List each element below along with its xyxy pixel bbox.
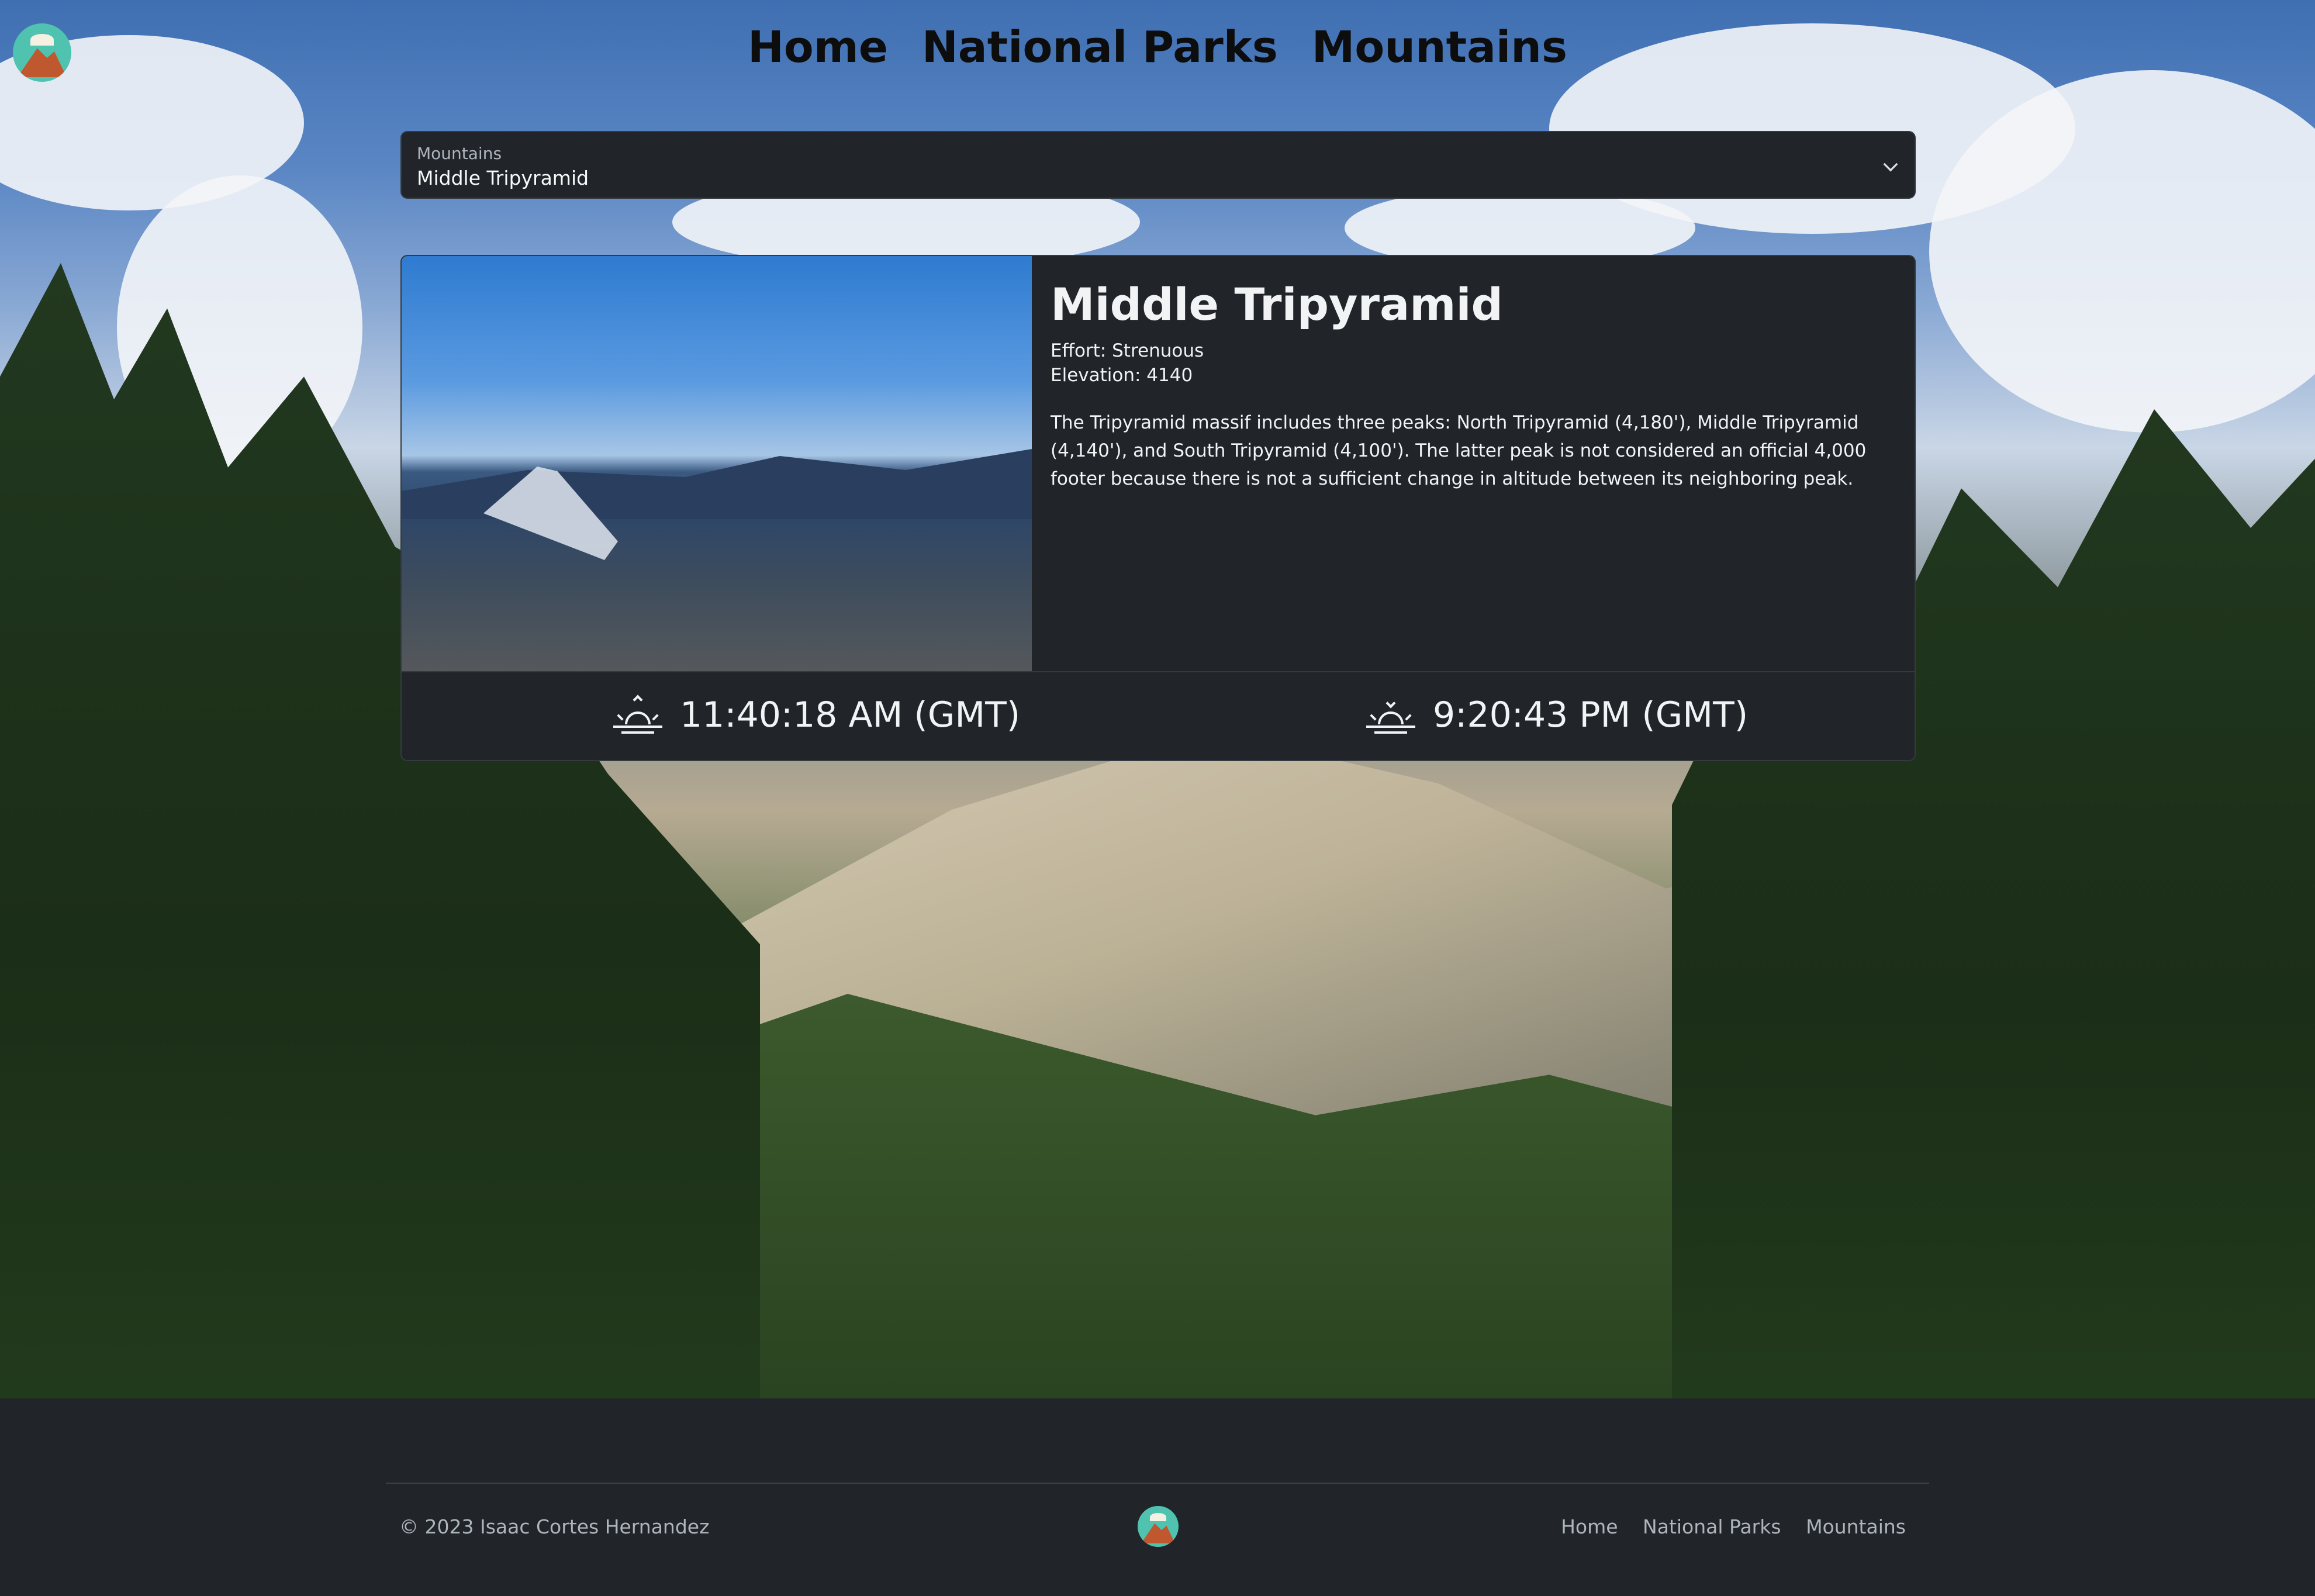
footer-logo-icon[interactable] (1138, 1506, 1179, 1547)
effort-text: Effort: Strenuous (1051, 340, 1204, 361)
card-title: Middle Tripyramid (1051, 278, 1503, 330)
sunset-block: 9:20:43 PM (GMT) (1366, 695, 1748, 735)
nav-mountains-link[interactable]: Mountains (1312, 22, 1567, 72)
footer-divider (386, 1483, 1929, 1484)
top-nav: Home National Parks Mountains (0, 22, 2315, 72)
sunrise-time: 11:40:18 AM (GMT) (680, 695, 1021, 735)
mountain-photo (402, 256, 1032, 671)
footer-home-link[interactable]: Home (1561, 1515, 1618, 1538)
nav-home-link[interactable]: Home (748, 22, 888, 72)
sunrise-block: 11:40:18 AM (GMT) (613, 695, 1020, 735)
nav-national-parks-link[interactable]: National Parks (922, 22, 1278, 72)
card-meta: Effort: Strenuous Elevation: 4140 (1051, 338, 1898, 388)
card-body: Middle Tripyramid Effort: Strenuous Elev… (1051, 278, 1898, 493)
sunrise-icon (613, 695, 662, 734)
mountain-card: Middle Tripyramid Effort: Strenuous Elev… (400, 255, 1916, 761)
select-value: Middle Tripyramid (417, 167, 589, 189)
sunset-icon (1366, 696, 1415, 734)
elevation-text: Elevation: 4140 (1051, 365, 1193, 386)
card-footer: 11:40:18 AM (GMT) 9:20:43 PM (GMT) (402, 671, 1915, 760)
footer-copyright: © 2023 Isaac Cortes Hernandez (399, 1515, 710, 1538)
sunset-time: 9:20:43 PM (GMT) (1433, 695, 1749, 735)
mountain-select[interactable]: Mountains Middle Tripyramid (400, 131, 1916, 199)
footer-mountains-link[interactable]: Mountains (1806, 1515, 1906, 1538)
card-description: The Tripyramid massif includes three pea… (1051, 412, 1867, 489)
select-label: Mountains (417, 144, 502, 163)
footer-national-parks-link[interactable]: National Parks (1643, 1515, 1781, 1538)
footer-nav: Home National Parks Mountains (1542, 1515, 1906, 1538)
site-footer: © 2023 Isaac Cortes Hernandez Home Natio… (0, 1398, 2315, 1596)
